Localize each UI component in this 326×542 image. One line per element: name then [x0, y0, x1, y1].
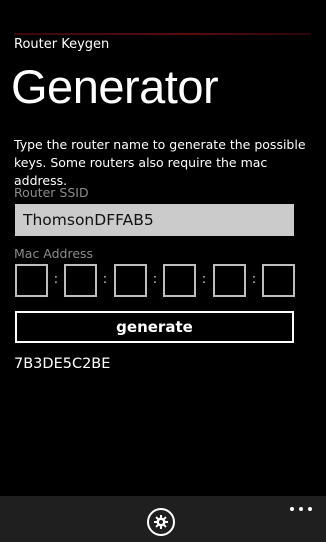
more-options-button[interactable] — [290, 505, 312, 513]
progress-indicator — [14, 33, 311, 35]
ellipsis-icon — [308, 507, 312, 511]
mac-octet-5-input[interactable] — [213, 264, 246, 297]
mac-separator: : — [53, 272, 59, 287]
mac-separator: : — [152, 272, 158, 287]
page-title: Generator — [11, 60, 219, 113]
gear-icon — [153, 514, 169, 530]
mac-separator: : — [251, 272, 257, 287]
generated-key: 7B3DE5C2BE — [14, 356, 111, 372]
mac-octet-1-input[interactable] — [15, 264, 48, 297]
router-ssid-label: Router SSID — [14, 185, 89, 200]
mac-octet-4-input[interactable] — [163, 264, 196, 297]
mac-separator: : — [201, 272, 207, 287]
app-title: Router Keygen — [14, 37, 110, 52]
mac-octet-2-input[interactable] — [64, 264, 97, 297]
settings-button[interactable] — [147, 508, 175, 536]
mac-octet-6-input[interactable] — [262, 264, 295, 297]
generate-button[interactable]: generate — [15, 311, 294, 343]
mac-address-fields: : : : : : — [15, 264, 296, 297]
ellipsis-icon — [299, 507, 303, 511]
mac-octet-3-input[interactable] — [114, 264, 147, 297]
mac-address-label: Mac Address — [14, 246, 94, 261]
mac-separator: : — [102, 272, 108, 287]
instructions-text: Type the router name to generate the pos… — [14, 137, 306, 188]
application-bar — [0, 496, 326, 542]
router-ssid-input[interactable] — [15, 204, 294, 236]
ellipsis-icon — [290, 507, 294, 511]
